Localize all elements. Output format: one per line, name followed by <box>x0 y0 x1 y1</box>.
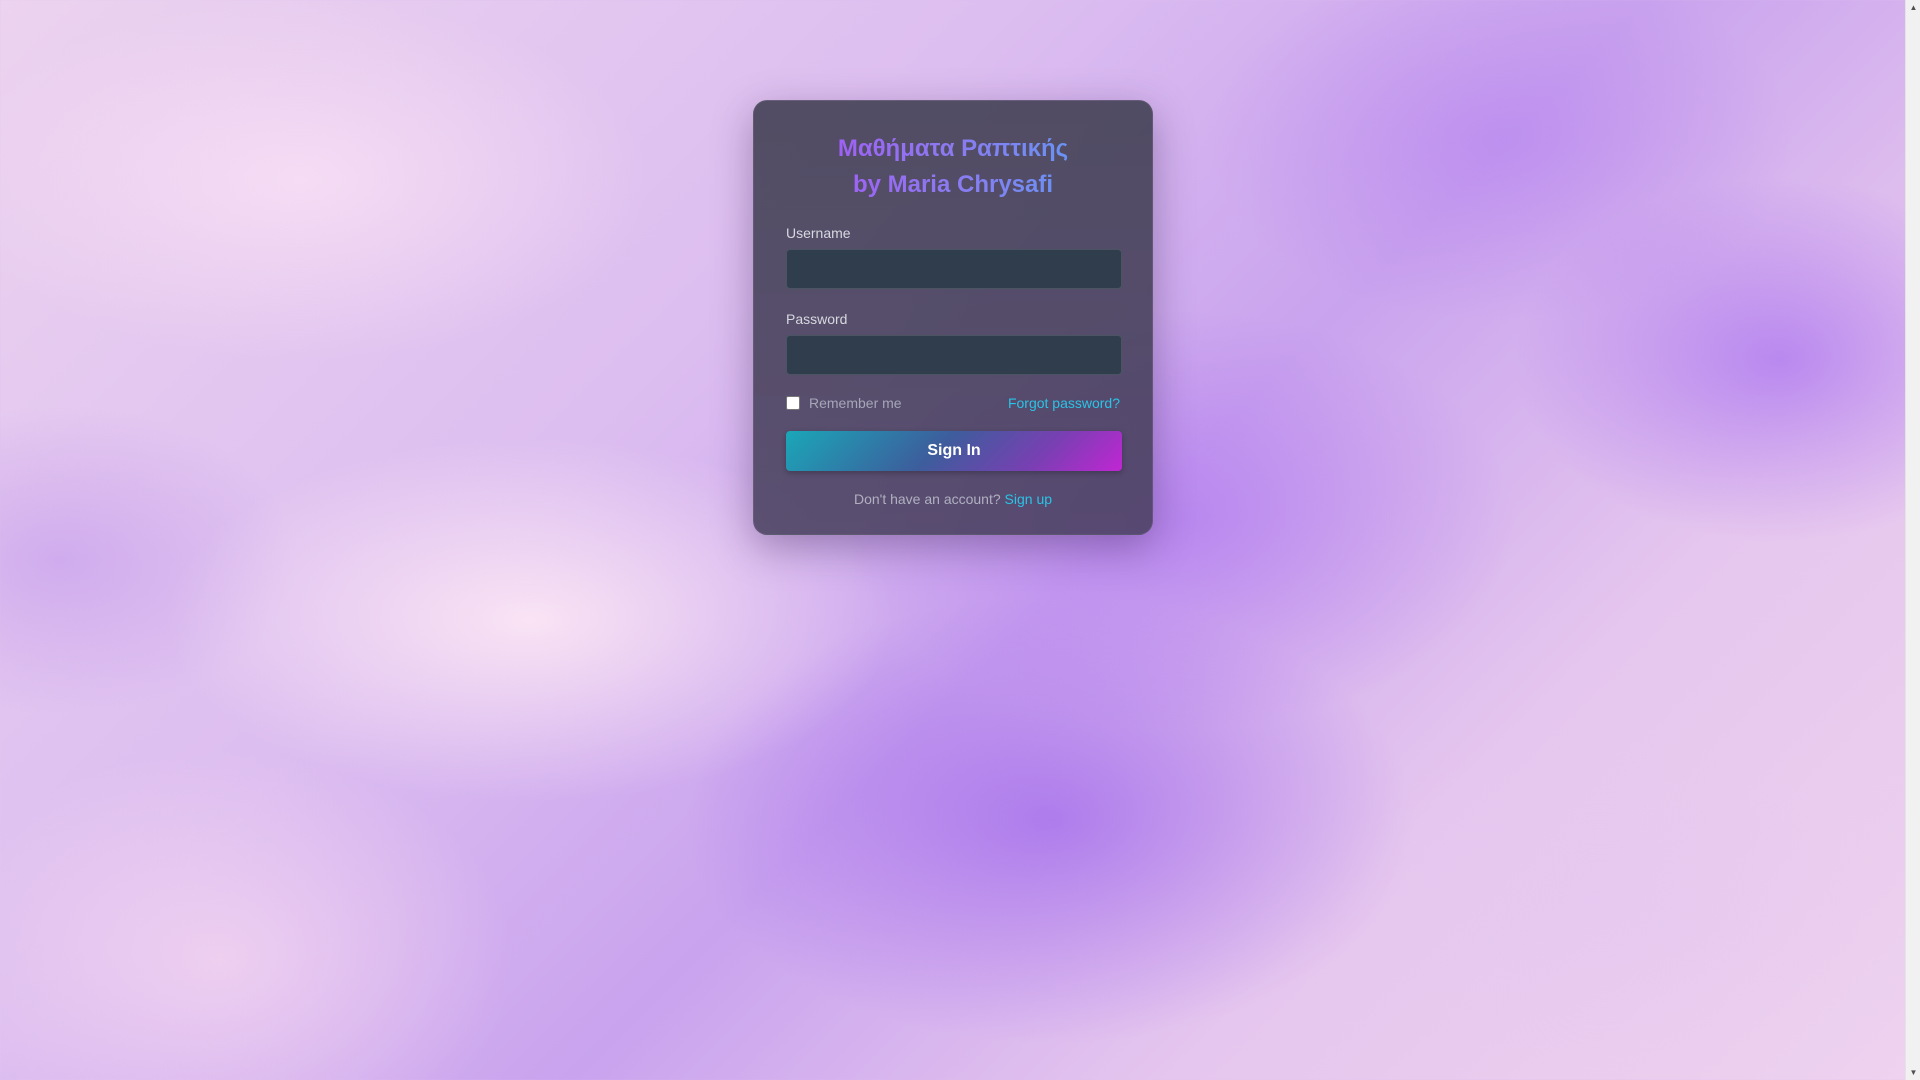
remember-me-checkbox[interactable] <box>786 396 800 410</box>
sign-up-link[interactable]: Sign up <box>1005 491 1052 507</box>
page-title: Μαθήματα Ραπτικής by Maria Chrysafi <box>786 131 1120 203</box>
scroll-down-arrow-icon[interactable]: ▼ <box>1906 1065 1920 1080</box>
remember-me-label[interactable]: Remember me <box>809 395 902 411</box>
scroll-up-arrow-icon[interactable]: ▲ <box>1906 0 1920 15</box>
password-label: Password <box>786 311 848 327</box>
password-input[interactable] <box>786 335 1122 375</box>
remember-me-group[interactable]: Remember me <box>786 395 902 411</box>
username-label: Username <box>786 225 851 241</box>
options-row: Remember me Forgot password? <box>786 393 1120 413</box>
title-line-1: Μαθήματα Ραπτικής <box>786 131 1120 167</box>
title-line-2: by Maria Chrysafi <box>786 167 1120 203</box>
vertical-scrollbar[interactable]: ▲ ▼ <box>1905 0 1920 1080</box>
login-card: Μαθήματα Ραπτικής by Maria Chrysafi User… <box>753 100 1153 535</box>
username-input[interactable] <box>786 249 1122 289</box>
forgot-password-link[interactable]: Forgot password? <box>1008 395 1120 411</box>
no-account-text: Don't have an account? <box>853 491 1001 507</box>
signup-prompt: Don't have an account? Sign up <box>786 491 1120 507</box>
sign-in-button[interactable]: Sign In <box>786 431 1122 471</box>
